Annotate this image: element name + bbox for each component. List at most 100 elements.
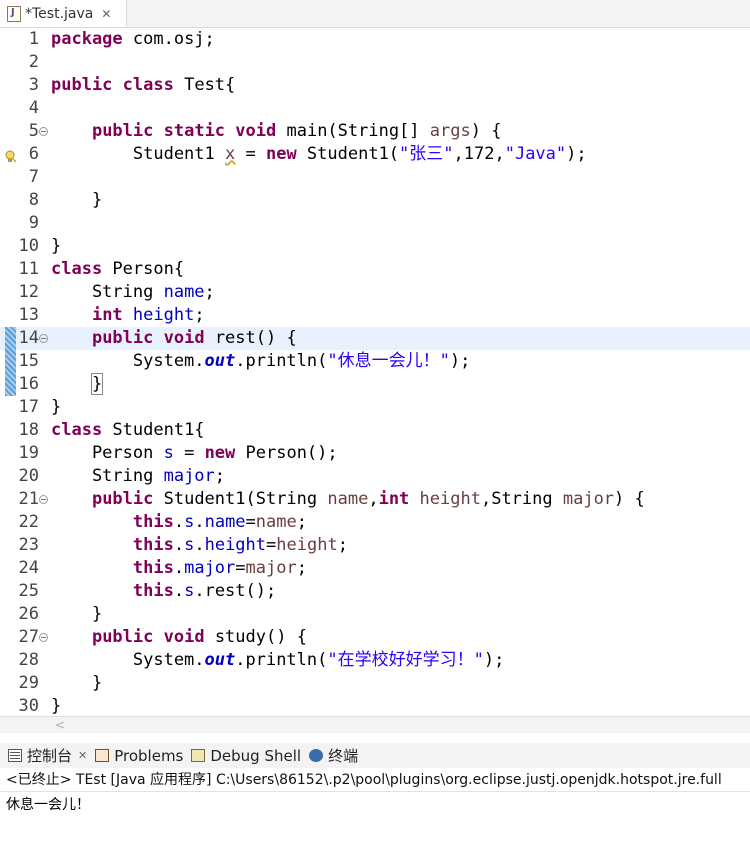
console-icon	[8, 749, 22, 762]
code-line[interactable]: 14 public void rest() {	[0, 327, 750, 350]
warning-bulb-icon[interactable]	[4, 148, 17, 163]
code-text[interactable]: public static void main(String[] args) {	[51, 120, 502, 143]
horizontal-scrollbar[interactable]: <	[0, 716, 750, 733]
code-line[interactable]: 9	[0, 212, 750, 235]
code-line[interactable]: 29 }	[0, 672, 750, 695]
fold-toggle-icon[interactable]	[39, 334, 48, 343]
code-text[interactable]: Student1 x = new Student1("张三",172,"Java…	[51, 143, 587, 166]
console-tab-bar: 控制台 ✕ Problems Debug Shell 终端	[0, 743, 750, 769]
code-line[interactable]: 18 class Student1{	[0, 419, 750, 442]
code-text[interactable]: public void rest() {	[51, 327, 297, 350]
tab-problems-label: Problems	[114, 746, 184, 765]
line-number: 22	[18, 512, 39, 532]
code-line[interactable]: 7	[0, 166, 750, 189]
code-line[interactable]: 23 this.s.height=height;	[0, 534, 750, 557]
code-text[interactable]: this.s.rest();	[51, 580, 276, 603]
code-line[interactable]: 12 String name;	[0, 281, 750, 304]
line-number: 4	[28, 98, 39, 118]
code-text[interactable]: }	[51, 396, 61, 419]
code-line[interactable]: 15 System.out.println("休息一会儿！");	[0, 350, 750, 373]
code-text[interactable]: public Student1(String name,int height,S…	[51, 488, 645, 511]
code-text[interactable]: package com.osj;	[51, 28, 215, 51]
code-text[interactable]: }	[51, 695, 61, 716]
line-number: 24	[18, 558, 39, 578]
line-number: 20	[18, 466, 39, 486]
tab-console-label: 控制台	[27, 747, 73, 765]
code-line[interactable]: 4	[0, 97, 750, 120]
code-text[interactable]: public class Test{	[51, 74, 235, 97]
code-text[interactable]: this.s.height=height;	[51, 534, 348, 557]
scroll-left-icon[interactable]: <	[55, 717, 65, 733]
tab-terminal[interactable]: 终端	[309, 745, 358, 766]
code-line[interactable]: 13 int height;	[0, 304, 750, 327]
close-icon[interactable]: ✕	[101, 7, 111, 21]
line-number: 18	[18, 420, 39, 440]
fold-toggle-icon[interactable]	[39, 495, 48, 504]
console-status: <已终止> TEst [Java 应用程序] C:\Users\86152\.p…	[0, 768, 750, 792]
code-text[interactable]: String name;	[51, 281, 215, 304]
code-text[interactable]: this.major=major;	[51, 557, 307, 580]
tab-debug-shell-label: Debug Shell	[210, 746, 302, 765]
code-line[interactable]: 24 this.major=major;	[0, 557, 750, 580]
code-line[interactable]: 27 public void study() {	[0, 626, 750, 649]
line-number: 7	[28, 167, 39, 187]
code-line[interactable]: 8 }	[0, 189, 750, 212]
problems-icon	[95, 749, 110, 762]
code-text[interactable]: System.out.println("在学校好好学习！");	[51, 649, 504, 672]
code-line[interactable]: 19 Person s = new Person();	[0, 442, 750, 465]
line-number: 28	[18, 650, 39, 670]
line-number: 5	[28, 121, 39, 141]
line-number: 12	[18, 282, 39, 302]
line-number: 29	[18, 673, 39, 693]
line-number: 23	[18, 535, 39, 555]
fold-toggle-icon[interactable]	[39, 633, 48, 642]
code-text[interactable]: System.out.println("休息一会儿！");	[51, 350, 470, 373]
line-number: 21	[18, 489, 39, 509]
code-line[interactable]: 3 public class Test{	[0, 74, 750, 97]
code-line[interactable]: 16 }	[0, 373, 750, 396]
code-text[interactable]: Person s = new Person();	[51, 442, 338, 465]
code-line[interactable]: 1 package com.osj;	[0, 28, 750, 51]
line-number: 3	[28, 75, 39, 95]
code-line[interactable]: 21 public Student1(String name,int heigh…	[0, 488, 750, 511]
code-text[interactable]: }	[51, 373, 104, 396]
code-line[interactable]: 17}	[0, 396, 750, 419]
close-icon[interactable]: ✕	[78, 749, 87, 762]
code-line[interactable]: 28 System.out.println("在学校好好学习！");	[0, 649, 750, 672]
line-number: 30	[18, 696, 39, 716]
code-text[interactable]: this.s.name=name;	[51, 511, 307, 534]
code-editor[interactable]: 1 package com.osj; 2 3 public class Test{4 5 …	[0, 28, 750, 716]
code-text[interactable]: String major;	[51, 465, 225, 488]
tab-debug-shell[interactable]: Debug Shell	[191, 747, 301, 765]
code-line[interactable]: 26 }	[0, 603, 750, 626]
code-text[interactable]: }	[51, 603, 102, 626]
code-text[interactable]: }	[51, 189, 102, 212]
code-text[interactable]: class Student1{	[51, 419, 205, 442]
line-number: 17	[18, 397, 39, 417]
code-text[interactable]: }	[51, 235, 61, 258]
change-marker-bar	[5, 327, 16, 396]
code-line[interactable]: 22 this.s.name=name;	[0, 511, 750, 534]
tab-console[interactable]: 控制台 ✕	[8, 745, 87, 766]
code-text[interactable]: int height;	[51, 304, 205, 327]
code-line[interactable]: 10}	[0, 235, 750, 258]
code-line[interactable]: 20 String major;	[0, 465, 750, 488]
code-line[interactable]: 11 class Person{	[0, 258, 750, 281]
line-number: 13	[18, 305, 39, 325]
tab-problems[interactable]: Problems	[95, 747, 183, 765]
code-text[interactable]: }	[51, 672, 102, 695]
code-line[interactable]: 2	[0, 51, 750, 74]
line-number: 9	[28, 213, 39, 233]
code-text[interactable]: class Person{	[51, 258, 184, 281]
editor-tab-bar: *Test.java ✕	[0, 0, 750, 28]
line-number: 10	[18, 236, 39, 256]
code-line[interactable]: 25 this.s.rest();	[0, 580, 750, 603]
code-line[interactable]: 5 public static void main(String[] args)…	[0, 120, 750, 143]
code-line[interactable]: 6 Student1 x = new Student1("张三",172,"Ja…	[0, 143, 750, 166]
code-text[interactable]: public void study() {	[51, 626, 307, 649]
editor-tab-test-java[interactable]: *Test.java ✕	[0, 0, 127, 27]
code-line[interactable]: 30}	[0, 695, 750, 716]
line-number: 1	[28, 29, 39, 49]
fold-toggle-icon[interactable]	[39, 127, 48, 136]
console-output[interactable]: 休息一会儿！	[6, 794, 90, 816]
